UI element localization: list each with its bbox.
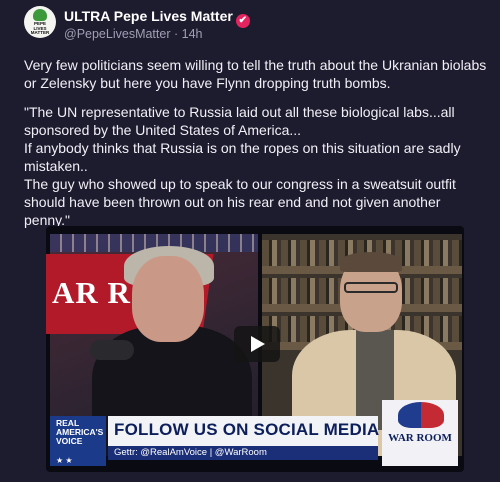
post-body: Very few politicians seem willing to tel… bbox=[24, 56, 490, 240]
guest-hair bbox=[340, 252, 402, 272]
subline-text: Gettr: @RealAmVoice | @WarRoom bbox=[114, 447, 267, 458]
author-name[interactable]: ULTRA Pepe Lives Matter ✔ bbox=[64, 8, 250, 28]
post-quote: "The UN representative to Russia laid ou… bbox=[24, 103, 490, 229]
glasses-icon bbox=[344, 282, 398, 293]
channel-badge: REAL AMERICA'S VOICE bbox=[50, 416, 106, 456]
headline-text: FOLLOW US ON SOCIAL MEDIA bbox=[114, 420, 380, 439]
quote-line: If anybody thinks that Russia is on the … bbox=[24, 140, 461, 174]
pepe-frog-icon bbox=[33, 9, 47, 21]
quote-line: "The UN representative to Russia laid ou… bbox=[24, 104, 455, 138]
meta-separator: · bbox=[173, 27, 179, 41]
post-timestamp[interactable]: 14h bbox=[182, 27, 203, 41]
author-handle[interactable]: @PepeLivesMatter bbox=[64, 27, 171, 41]
lower-third: REAL AMERICA'S VOICE ★ ★ FOLLOW US ON SO… bbox=[46, 400, 464, 472]
author-avatar[interactable]: PEPE LIVES MATTER bbox=[24, 6, 56, 38]
post-paragraph: Very few politicians seem willing to tel… bbox=[24, 57, 487, 91]
quote-line: The guy who showed up to speak to our co… bbox=[24, 176, 456, 228]
play-icon[interactable] bbox=[234, 326, 280, 362]
video-player[interactable]: AR RO REAL AMERICA'S VOICE ★ ★ FOLLOW US… bbox=[46, 226, 464, 472]
post-header: PEPE LIVES MATTER ULTRA Pepe Lives Matte… bbox=[24, 6, 480, 42]
eagle-icon bbox=[398, 402, 444, 428]
verified-badge-icon: ✔ bbox=[235, 14, 250, 28]
warroom-logo-text: WAR ROOM bbox=[388, 432, 452, 444]
host-head bbox=[132, 256, 204, 342]
avatar-badge-text: PEPE LIVES MATTER bbox=[30, 21, 50, 36]
author-name-text[interactable]: ULTRA Pepe Lives Matter bbox=[64, 8, 233, 24]
channel-stars: ★ ★ bbox=[50, 456, 106, 466]
microphone-icon bbox=[90, 340, 134, 360]
author-meta: @PepeLivesMatter · 14h bbox=[64, 27, 203, 41]
